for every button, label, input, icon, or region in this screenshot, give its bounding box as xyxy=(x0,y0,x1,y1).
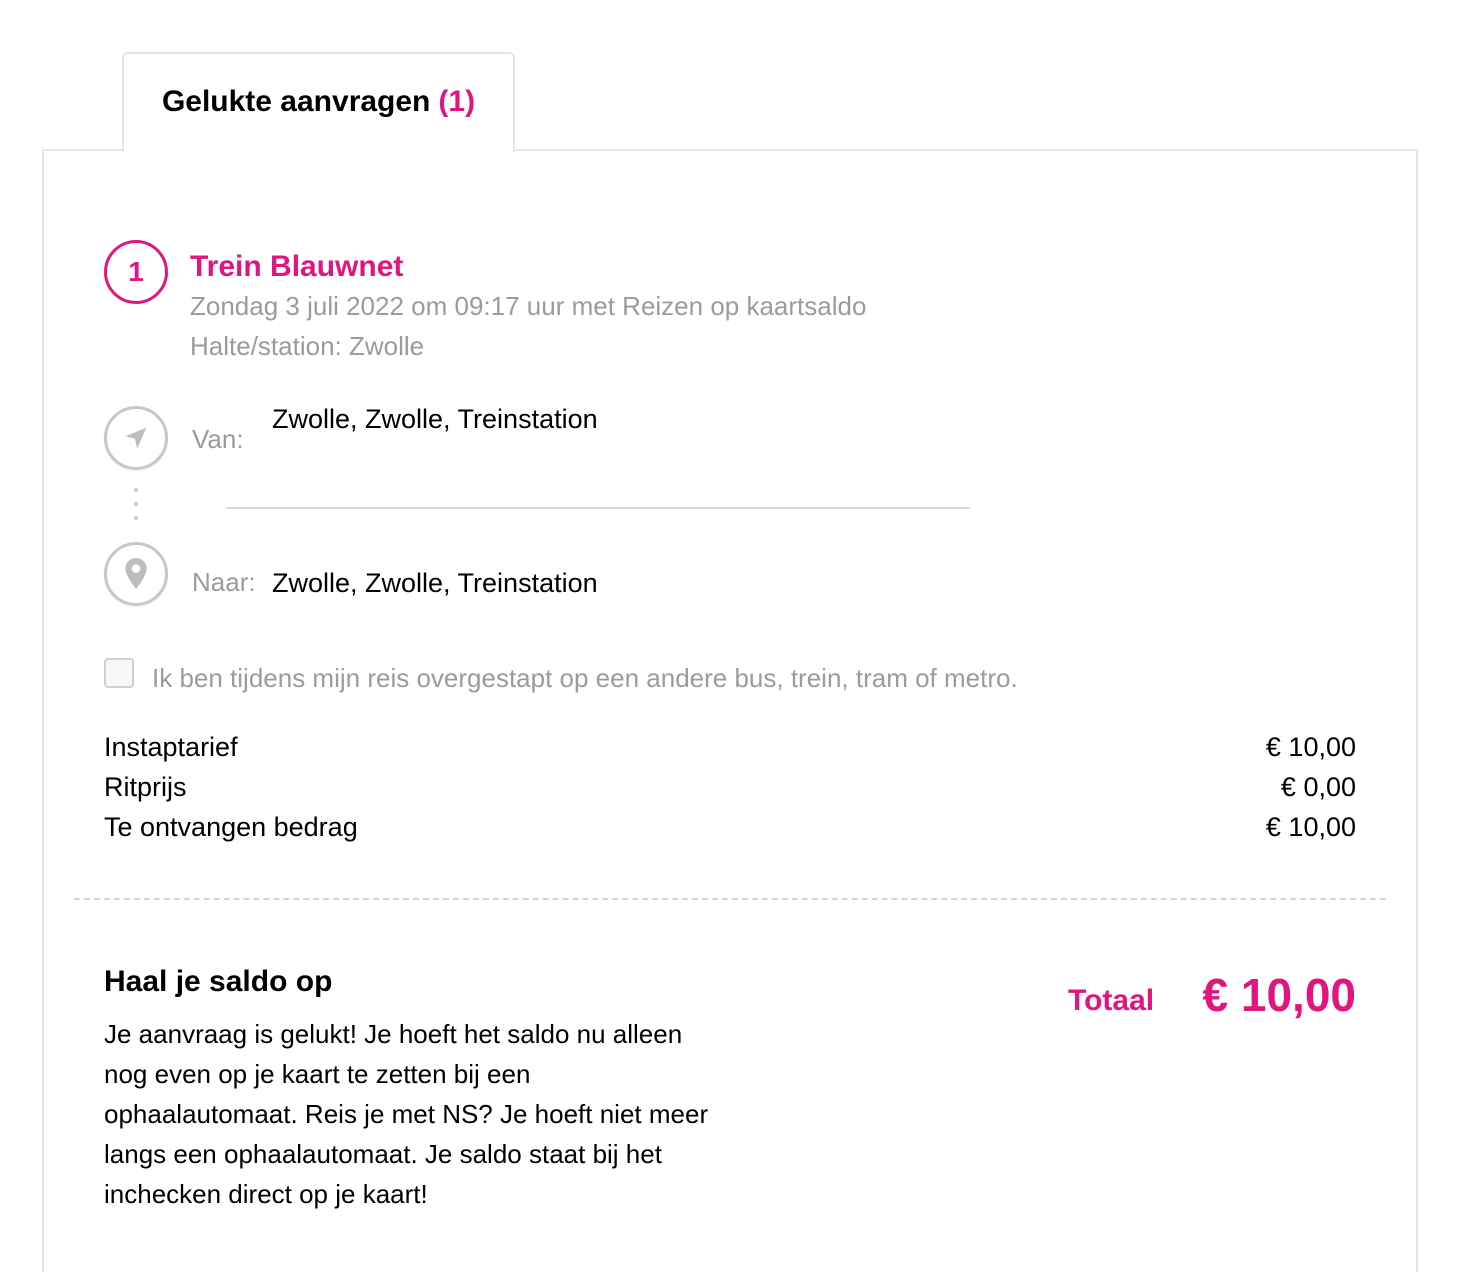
tab-label: Gelukte aanvragen xyxy=(161,85,431,118)
route-divider xyxy=(226,507,970,509)
transfer-checkbox-label[interactable]: Ik ben tijdens mijn reis overgestapt op … xyxy=(152,663,1018,694)
price-value: € 10,00 xyxy=(1265,732,1356,762)
price-value: € 10,00 xyxy=(1265,812,1356,842)
to-label: Naar: xyxy=(192,567,256,597)
price-label: Te ontvangen bedrag xyxy=(104,812,358,842)
price-row-trip-price: Ritprijs € 0,00 xyxy=(104,772,1356,808)
section-divider xyxy=(74,898,1386,900)
navigation-arrow-icon xyxy=(104,406,168,470)
route-dots xyxy=(133,488,139,530)
price-value: € 0,00 xyxy=(1280,772,1356,802)
tab-successful-requests[interactable]: Gelukte aanvragen (1) xyxy=(122,52,515,152)
map-pin-icon xyxy=(104,542,168,606)
summary-title: Haal je saldo op xyxy=(104,965,333,998)
total-value: € 10,00 xyxy=(1202,969,1356,1021)
from-value: Zwolle, Zwolle, Treinstation xyxy=(272,404,598,434)
from-label: Van: xyxy=(192,424,244,454)
to-value: Zwolle, Zwolle, Treinstation xyxy=(272,568,598,598)
page: Gelukte aanvragen (1) 1 Trein Blauwnet Z… xyxy=(0,0,1468,1272)
trip-title: Trein Blauwnet xyxy=(190,250,404,283)
total-label: Totaal xyxy=(1068,984,1155,1017)
trip-datetime: Zondag 3 juli 2022 om 09:17 uur met Reiz… xyxy=(190,291,867,321)
price-row-boarding-fare: Instaptarief € 10,00 xyxy=(104,732,1356,768)
price-row-amount-to-receive: Te ontvangen bedrag € 10,00 xyxy=(104,812,1356,848)
price-label: Ritprijs xyxy=(104,772,187,802)
trip-stop: Halte/station: Zwolle xyxy=(190,331,425,361)
summary-text: Je aanvraag is gelukt! Je hoeft het sald… xyxy=(104,1019,709,1209)
trip-number-badge: 1 xyxy=(104,240,168,304)
tab-count: (1) xyxy=(438,85,476,118)
transfer-checkbox[interactable] xyxy=(104,658,134,688)
price-label: Instaptarief xyxy=(104,732,238,762)
